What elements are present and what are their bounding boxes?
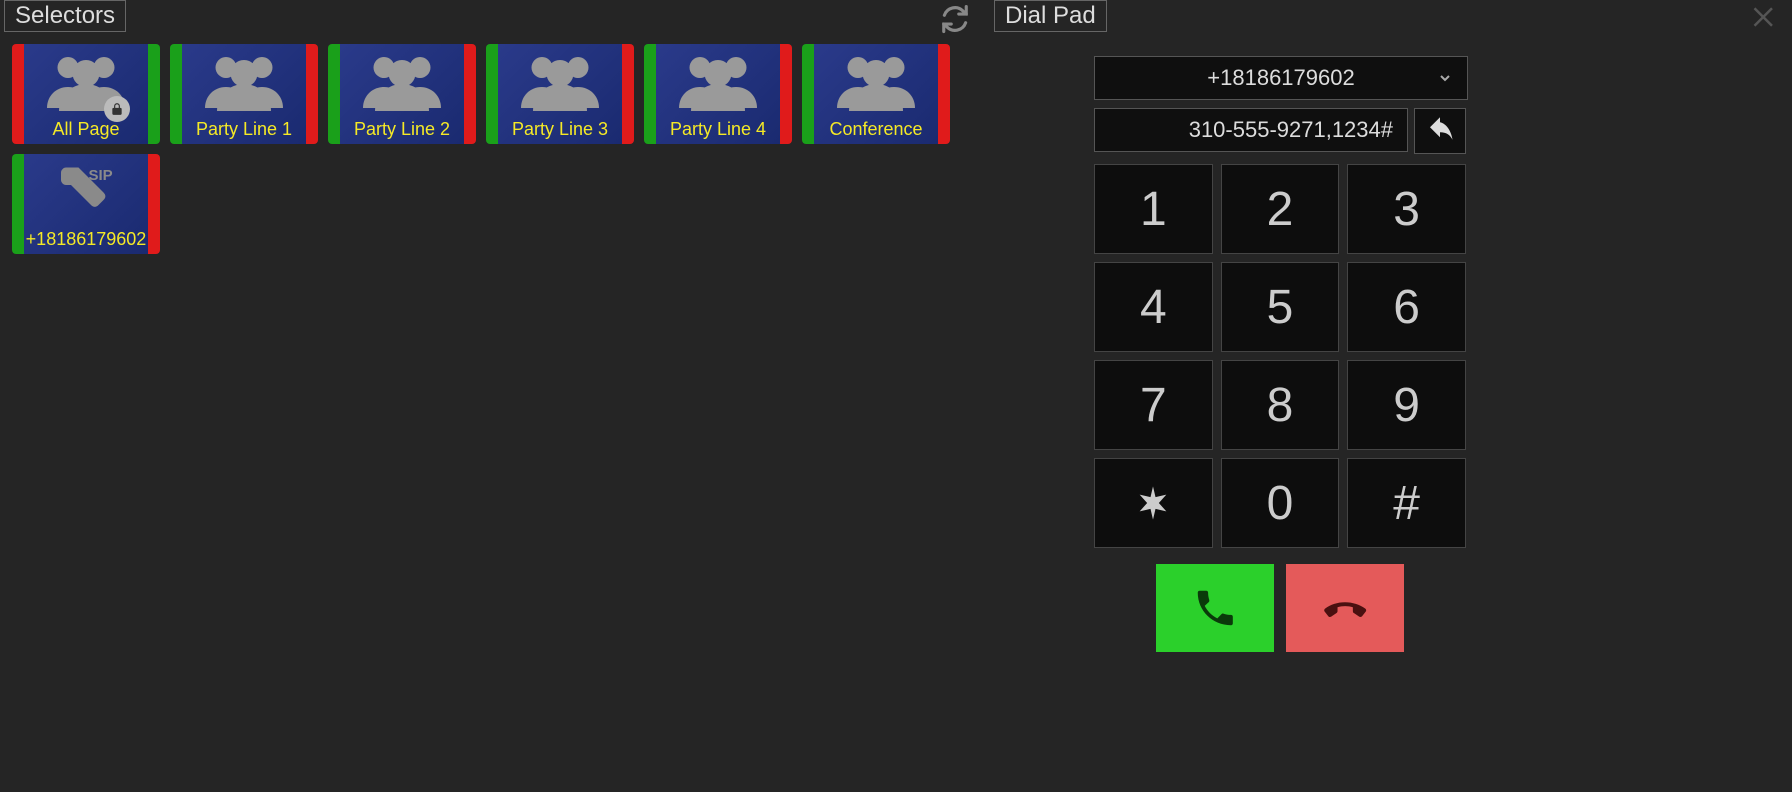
selector-body: Conference <box>814 44 938 144</box>
key-pound[interactable]: # <box>1347 458 1466 548</box>
selector-label: Party Line 4 <box>670 119 766 140</box>
left-status-band <box>486 44 498 144</box>
backspace-button[interactable] <box>1414 108 1466 154</box>
key-8[interactable]: 8 <box>1221 360 1340 450</box>
selector-body: Party Line 2 <box>340 44 464 144</box>
refresh-icon <box>940 4 970 34</box>
close-button[interactable] <box>1750 2 1780 32</box>
selector-body: All Page <box>24 44 148 144</box>
line-select-value: +18186179602 <box>1207 65 1354 91</box>
key-3[interactable]: 3 <box>1347 164 1466 254</box>
asterisk-icon <box>1133 483 1173 523</box>
group-icon <box>340 50 464 112</box>
left-status-band <box>328 44 340 144</box>
group-icon <box>24 50 148 112</box>
left-status-band <box>644 44 656 144</box>
selector-label: +18186179602 <box>26 229 147 250</box>
chevron-down-icon <box>1437 70 1453 86</box>
keypad: 123 456 7890# <box>1094 164 1466 548</box>
group-icon <box>182 50 306 112</box>
left-status-band <box>12 154 24 254</box>
key-7[interactable]: 7 <box>1094 360 1213 450</box>
dialpad-title: Dial Pad <box>994 0 1107 32</box>
group-icon <box>498 50 622 112</box>
key-4[interactable]: 4 <box>1094 262 1213 352</box>
hangup-icon <box>1317 585 1373 631</box>
group-icon <box>814 50 938 112</box>
left-status-band <box>802 44 814 144</box>
selectors-panel: Selectors All Page Party Line 1 Party Line… <box>0 0 990 792</box>
key-2[interactable]: 2 <box>1221 164 1340 254</box>
key-star[interactable] <box>1094 458 1213 548</box>
selector-label: Party Line 1 <box>196 119 292 140</box>
selector-body: SIP +18186179602 <box>24 154 148 254</box>
key-6[interactable]: 6 <box>1347 262 1466 352</box>
selectors-title: Selectors <box>4 0 126 32</box>
right-status-band <box>780 44 792 144</box>
call-button[interactable] <box>1156 564 1274 652</box>
key-1[interactable]: 1 <box>1094 164 1213 254</box>
selector-body: Party Line 1 <box>182 44 306 144</box>
key-5[interactable]: 5 <box>1221 262 1340 352</box>
selector--18186179602[interactable]: SIP +18186179602 <box>12 154 160 254</box>
line-select[interactable]: +18186179602 <box>1094 56 1468 100</box>
key-9[interactable]: 9 <box>1347 360 1466 450</box>
sip-phone-icon: SIP <box>24 160 148 220</box>
left-status-band <box>170 44 182 144</box>
right-status-band <box>148 154 160 254</box>
number-display[interactable]: 310-555-9271,1234# <box>1094 108 1408 152</box>
refresh-button[interactable] <box>940 4 970 34</box>
selector-party-line-4[interactable]: Party Line 4 <box>644 44 792 144</box>
selector-label: Conference <box>829 119 922 140</box>
right-status-band <box>148 44 160 144</box>
selector-body: Party Line 4 <box>656 44 780 144</box>
selector-body: Party Line 3 <box>498 44 622 144</box>
right-status-band <box>306 44 318 144</box>
close-icon <box>1750 2 1780 32</box>
phone-icon <box>1192 585 1238 631</box>
selector-party-line-2[interactable]: Party Line 2 <box>328 44 476 144</box>
call-actions <box>1094 564 1466 652</box>
selector-all-page[interactable]: All Page <box>12 44 160 144</box>
selector-grid: All Page Party Line 1 Party Line 2 Party Li… <box>12 44 992 254</box>
left-status-band <box>12 44 24 144</box>
selector-label: Party Line 3 <box>512 119 608 140</box>
selector-label: All Page <box>52 119 119 140</box>
dialpad-panel: Dial Pad +18186179602 310-555-9271,1234#… <box>990 0 1792 792</box>
undo-arrow-icon <box>1422 116 1458 146</box>
group-icon <box>656 50 780 112</box>
selector-party-line-3[interactable]: Party Line 3 <box>486 44 634 144</box>
right-status-band <box>622 44 634 144</box>
svg-text:SIP: SIP <box>89 167 113 184</box>
selector-conference[interactable]: Conference <box>802 44 950 144</box>
right-status-band <box>464 44 476 144</box>
key-0[interactable]: 0 <box>1221 458 1340 548</box>
hangup-button[interactable] <box>1286 564 1404 652</box>
selector-label: Party Line 2 <box>354 119 450 140</box>
selector-party-line-1[interactable]: Party Line 1 <box>170 44 318 144</box>
right-status-band <box>938 44 950 144</box>
